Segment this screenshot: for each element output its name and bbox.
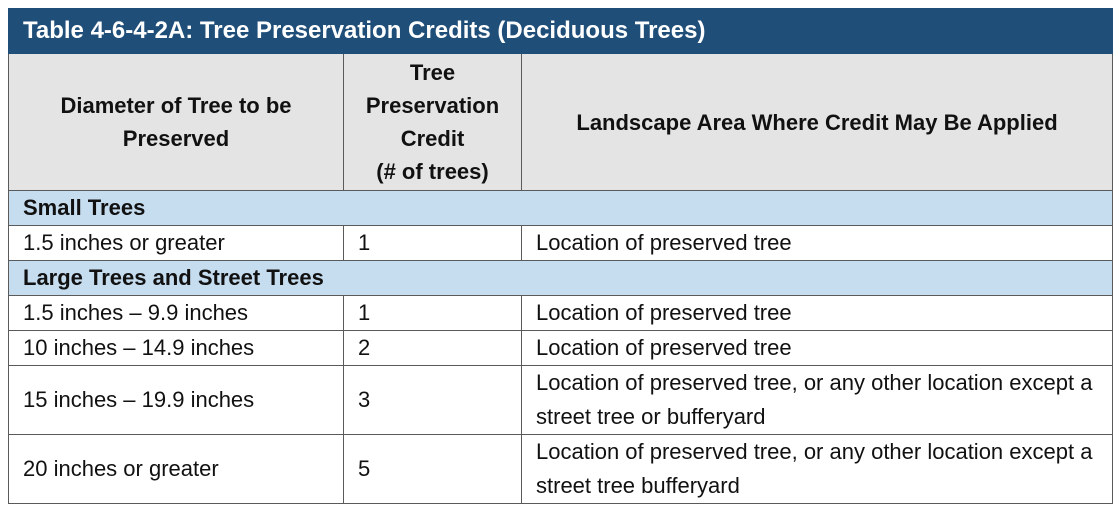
cell-area: Location of preserved tree bbox=[520, 295, 1114, 331]
header-credit-line: (# of trees) bbox=[376, 159, 489, 184]
tree-preservation-table-container: Table 4-6-4-2A: Tree Preservation Credit… bbox=[7, 8, 1114, 504]
group-row-small-trees: Small Trees bbox=[7, 190, 1114, 226]
cell-diameter: 1.5 inches or greater bbox=[8, 225, 344, 261]
cell-area: Location of preserved tree bbox=[520, 225, 1114, 261]
cell-diameter: 15 inches – 19.9 inches bbox=[8, 365, 344, 435]
table-title: Table 4-6-4-2A: Tree Preservation Credit… bbox=[7, 8, 1114, 54]
header-credit-line: Preservation bbox=[365, 93, 500, 118]
cell-diameter: 1.5 inches – 9.9 inches bbox=[8, 295, 344, 331]
cell-credit: 1 bbox=[343, 295, 522, 331]
table-title-row: Table 4-6-4-2A: Tree Preservation Credit… bbox=[7, 8, 1114, 54]
cell-area: Location of preserved tree bbox=[520, 330, 1114, 366]
header-diameter: Diameter of Tree to be Preserved bbox=[8, 53, 344, 191]
cell-credit: 1 bbox=[343, 225, 522, 261]
cell-area: Location of preserved tree, or any other… bbox=[520, 365, 1114, 435]
table-header-row: Diameter of Tree to be Preserved Tree Pr… bbox=[8, 53, 1114, 191]
cell-credit: 2 bbox=[343, 330, 522, 366]
group-row-large-trees: Large Trees and Street Trees bbox=[7, 260, 1114, 296]
tree-preservation-table: Table 4-6-4-2A: Tree Preservation Credit… bbox=[7, 8, 1114, 504]
table-row: 20 inches or greater 5 Location of prese… bbox=[8, 434, 1114, 504]
table-row: 1.5 inches or greater 1 Location of pres… bbox=[8, 225, 1114, 261]
table-row: 15 inches – 19.9 inches 3 Location of pr… bbox=[8, 365, 1114, 435]
table-row: 1.5 inches – 9.9 inches 1 Location of pr… bbox=[8, 295, 1114, 331]
cell-credit: 3 bbox=[343, 365, 522, 435]
header-credit-line: Credit bbox=[400, 126, 465, 151]
cell-diameter: 10 inches – 14.9 inches bbox=[8, 330, 344, 366]
header-credit: Tree Preservation Credit (# of trees) bbox=[343, 53, 522, 191]
cell-credit: 5 bbox=[343, 434, 522, 504]
group-label: Large Trees and Street Trees bbox=[7, 260, 1114, 296]
cell-area: Location of preserved tree, or any other… bbox=[520, 434, 1114, 504]
table-row: 10 inches – 14.9 inches 2 Location of pr… bbox=[8, 330, 1114, 366]
header-landscape-area: Landscape Area Where Credit May Be Appli… bbox=[520, 53, 1114, 191]
header-credit-line: Tree bbox=[409, 60, 456, 85]
cell-diameter: 20 inches or greater bbox=[8, 434, 344, 504]
group-label: Small Trees bbox=[7, 190, 1114, 226]
